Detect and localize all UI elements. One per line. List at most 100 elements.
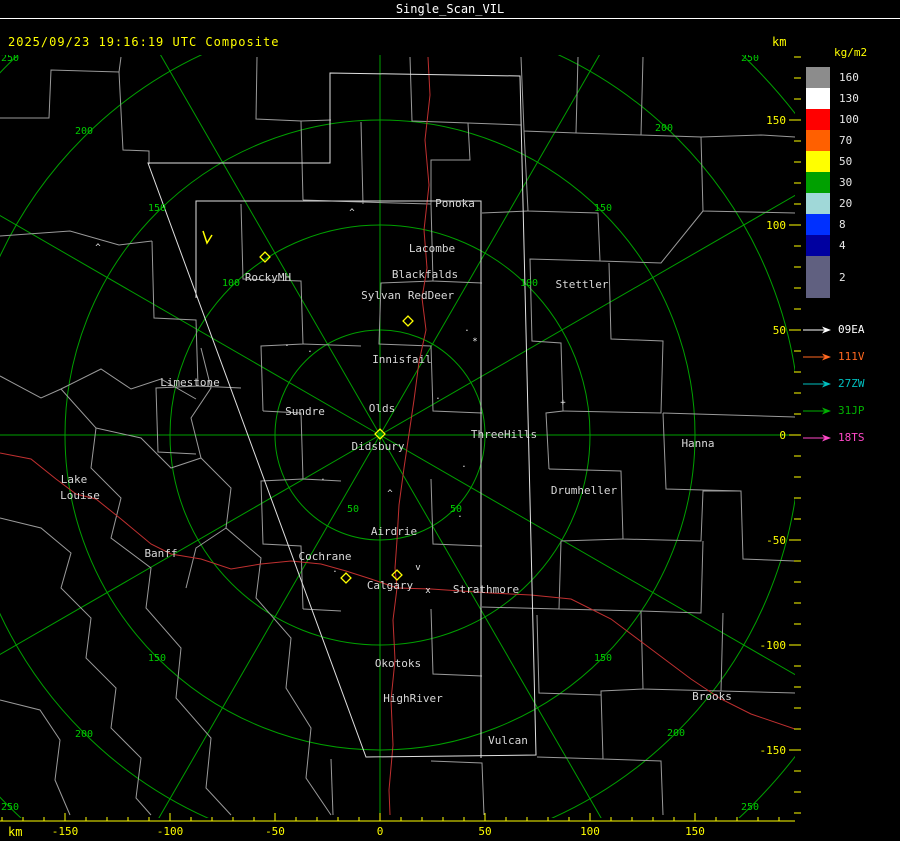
- county-boundary: [523, 130, 704, 264]
- range-ring-label: 250: [741, 53, 759, 64]
- county-boundary: [0, 56, 122, 119]
- legend-value: 100: [839, 113, 859, 126]
- city-label: Calgary: [367, 579, 414, 592]
- radar-site-diamond-icon: [340, 572, 352, 584]
- city-label: RockyMH: [245, 271, 291, 284]
- range-ring-label: 250: [1, 802, 19, 813]
- legend-entry: 70: [800, 130, 900, 151]
- city-label: Lake: [61, 473, 88, 486]
- x-axis-label: 150: [685, 825, 705, 838]
- point-marker: ^: [95, 243, 101, 253]
- x-axis-label: -50: [265, 825, 285, 838]
- y-axis-label: -150: [760, 744, 787, 757]
- county-boundary: [0, 517, 152, 816]
- county-boundary: [0, 699, 71, 816]
- city-label: Olds: [369, 402, 396, 415]
- county-boundary: [0, 375, 232, 816]
- y-axis-label: 0: [779, 429, 786, 442]
- legend-color-swatch: [806, 235, 830, 256]
- county-boundary: [430, 760, 485, 816]
- county-boundary: [700, 134, 795, 138]
- city-label: Lacombe: [409, 242, 455, 255]
- station-arrow-icon: [803, 434, 831, 441]
- county-boundary: [640, 134, 795, 214]
- legend-color-swatch: [806, 67, 830, 88]
- station-item-09EA[interactable]: 09EA: [802, 316, 900, 343]
- radial-line: [158, 434, 381, 818]
- county-boundary: [481, 210, 529, 214]
- county-boundary: [300, 119, 332, 122]
- range-ring-label: 100: [222, 278, 240, 289]
- legend-value: 160: [839, 71, 859, 84]
- city-label: Sundre: [285, 405, 325, 418]
- range-ring-label: 150: [148, 653, 166, 664]
- city-label: ThreeHills: [471, 428, 537, 441]
- legend-color-swatch: [806, 172, 830, 193]
- county-boundary: [600, 688, 664, 816]
- legend-entry: 4: [800, 235, 900, 256]
- legend-value: 20: [839, 197, 853, 210]
- point-marker: .: [284, 339, 289, 349]
- color-legend: 160 130 100 70 50 30 20 8 4 2: [800, 67, 900, 298]
- range-ring: [0, 55, 795, 818]
- range-ring-label: 250: [1, 53, 19, 64]
- legend-color-swatch: [806, 151, 830, 172]
- legend-entry: 20: [800, 193, 900, 214]
- station-id: 111V: [838, 350, 865, 363]
- county-boundary: [240, 203, 304, 412]
- county-boundary: [0, 230, 153, 246]
- station-arrow-icon: [803, 326, 831, 333]
- city-label: Didsbury: [352, 440, 405, 453]
- x-axis-label: 100: [580, 825, 600, 838]
- range-ring: [0, 55, 795, 818]
- range-ring-label: 150: [594, 203, 612, 214]
- legend-value: 130: [839, 92, 859, 105]
- station-id: 18TS: [838, 431, 865, 444]
- legend-color-swatch: [806, 109, 830, 130]
- point-marker: *: [472, 337, 477, 347]
- county-boundary: [360, 121, 364, 205]
- station-list: 09EA 111V 27ZW 31JP 18TS: [800, 316, 900, 451]
- city-label: Limestone: [160, 376, 220, 389]
- x-axis-label: 0: [377, 825, 384, 838]
- county-boundary: [302, 608, 342, 612]
- station-item-111V[interactable]: 111V: [802, 343, 900, 370]
- radial-line: [0, 215, 381, 436]
- station-item-31JP[interactable]: 31JP: [802, 397, 900, 424]
- map-svg[interactable]: 25020015010025020015010050 50150200250150…: [0, 0, 900, 841]
- point-marker: .: [457, 510, 462, 520]
- point-marker: .: [332, 565, 337, 575]
- city-label: RedDeer: [408, 289, 455, 302]
- city-label: HighRiver: [383, 692, 443, 705]
- county-boundary: [95, 427, 332, 816]
- city-label: Stettler: [556, 278, 609, 291]
- x-axis-label: -150: [52, 825, 79, 838]
- range-ring-label: 200: [667, 728, 685, 739]
- legend-value: 8: [839, 218, 846, 231]
- legend-panel: kg/m2 160 130 100 70 50 30 20 8 4 2 09EA 111V 27ZW 3…: [800, 46, 900, 451]
- county-boundary: [536, 756, 604, 760]
- point-marker: .: [435, 392, 440, 402]
- point-marker: .: [464, 324, 469, 334]
- range-ring-label: 200: [75, 126, 93, 137]
- radar-app-window: Single_Scan_VIL 2025/09/23 19:16:19 UTC …: [0, 0, 900, 841]
- county-boundary: [536, 614, 602, 696]
- city-label: Innisfail: [372, 353, 432, 366]
- county-boundary: [481, 606, 560, 610]
- station-item-18TS[interactable]: 18TS: [802, 424, 900, 451]
- county-boundary: [430, 608, 483, 677]
- legend-entry: 8: [800, 214, 900, 235]
- city-label: Airdrie: [371, 525, 417, 538]
- county-boundary: [467, 122, 522, 126]
- legend-value: 50: [839, 155, 853, 168]
- x-axis-label: -100: [157, 825, 184, 838]
- legend-entry: 130: [800, 88, 900, 109]
- city-label: Brooks: [692, 690, 732, 703]
- point-marker: .: [307, 345, 312, 355]
- radial-line: [160, 55, 381, 436]
- range-ring-label: 150: [148, 203, 166, 214]
- scan-area-outline: [147, 72, 537, 758]
- legend-entry: 50: [800, 151, 900, 172]
- station-item-27ZW[interactable]: 27ZW: [802, 370, 900, 397]
- county-boundary: [330, 758, 334, 816]
